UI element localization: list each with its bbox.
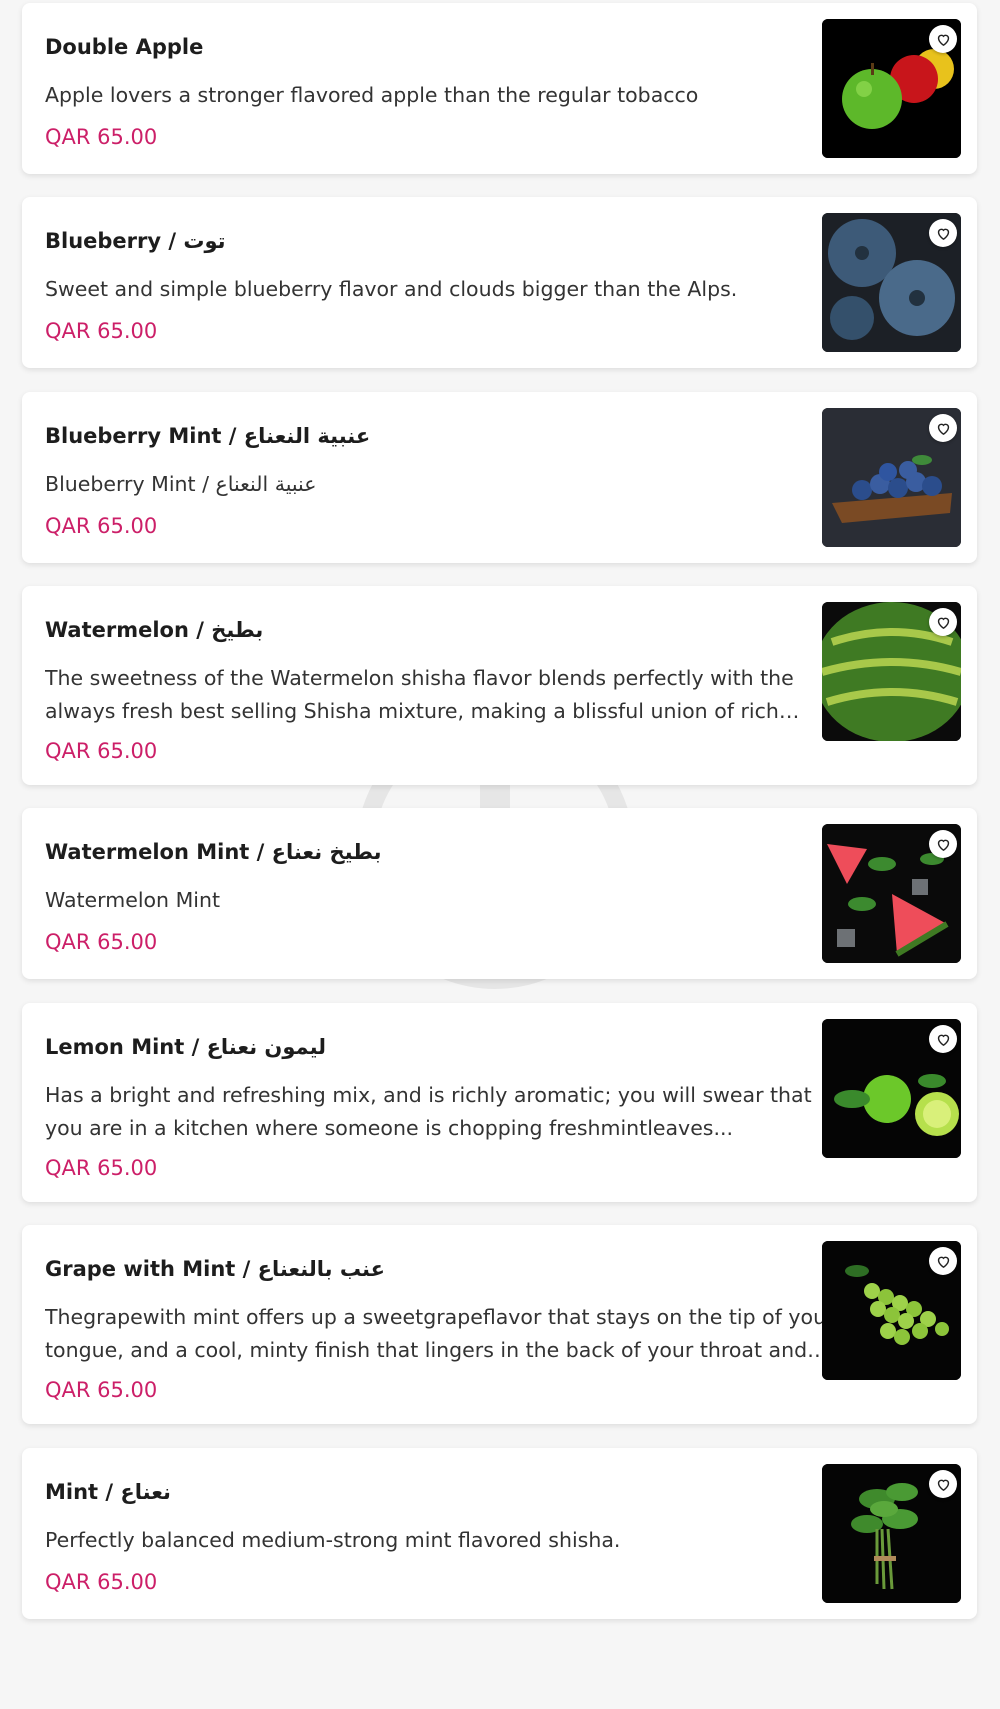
heart-outline-icon[interactable]: [929, 1470, 957, 1498]
menu-item-card[interactable]: Double Apple Apple lovers a stronger fla…: [22, 3, 977, 174]
heart-outline-icon[interactable]: [929, 219, 957, 247]
item-price: QAR 65.00: [45, 319, 158, 343]
item-name: Double Apple: [45, 35, 204, 59]
heart-outline-icon[interactable]: [929, 414, 957, 442]
item-description: Watermelon Mint: [45, 888, 220, 912]
menu-item-card[interactable]: Blueberry / توت Sweet and simple blueber…: [22, 197, 977, 368]
menu-item-card[interactable]: Grape with Mint / عنب بالنعناع Thegrapew…: [22, 1225, 977, 1424]
item-price: QAR 65.00: [45, 1156, 158, 1180]
heart-outline-icon[interactable]: [929, 25, 957, 53]
item-name: Blueberry / توت: [45, 229, 226, 253]
heart-outline-icon[interactable]: [929, 1025, 957, 1053]
item-price: QAR 65.00: [45, 1378, 158, 1402]
menu-item-card[interactable]: Lemon Mint / ليمون نعناع Has a bright an…: [22, 1003, 977, 1202]
item-price: QAR 65.00: [45, 1570, 158, 1594]
apples-image[interactable]: [822, 19, 961, 158]
item-description: Blueberry Mint / عنبية النعناع: [45, 472, 317, 496]
item-name: Blueberry Mint / عنبية النعناع: [45, 424, 371, 448]
blueberries-bowl-image[interactable]: [822, 408, 961, 547]
item-name: Watermelon / بطيخ: [45, 618, 264, 642]
item-name: Mint / نعناع: [45, 1480, 171, 1504]
item-price: QAR 65.00: [45, 125, 158, 149]
item-name: Lemon Mint / ليمون نعناع: [45, 1035, 327, 1059]
watermelon-image[interactable]: [822, 602, 961, 741]
watermelon-slices-mint-image[interactable]: [822, 824, 961, 963]
menu-item-card[interactable]: Watermelon Mint / بطيخ نعناع Watermelon …: [22, 808, 977, 979]
item-price: QAR 65.00: [45, 930, 158, 954]
menu-item-card[interactable]: Watermelon / بطيخ The sweetness of the W…: [22, 586, 977, 785]
item-description: Has a bright and refreshing mix, and is …: [45, 1083, 812, 1140]
item-name: Watermelon Mint / بطيخ نعناع: [45, 840, 382, 864]
heart-outline-icon[interactable]: [929, 830, 957, 858]
menu-item-card[interactable]: Blueberry Mint / عنبية النعناع Blueberry…: [22, 392, 977, 563]
item-price: QAR 65.00: [45, 739, 158, 763]
menu-item-card[interactable]: Mint / نعناع Perfectly balanced medium-s…: [22, 1448, 977, 1619]
heart-outline-icon[interactable]: [929, 1247, 957, 1275]
limes-mint-image[interactable]: [822, 1019, 961, 1158]
item-description: Perfectly balanced medium-strong mint fl…: [45, 1528, 621, 1552]
item-description: The sweetness of the Watermelon shisha f…: [45, 666, 794, 723]
item-description: Sweet and simple blueberry flavor and cl…: [45, 277, 738, 301]
item-name: Grape with Mint / عنب بالنعناع: [45, 1257, 385, 1281]
mint-bunch-image[interactable]: [822, 1464, 961, 1603]
item-description: Apple lovers a stronger flavored apple t…: [45, 83, 699, 107]
item-price: QAR 65.00: [45, 514, 158, 538]
item-description: Thegrapewith mint offers up a sweetgrape…: [45, 1305, 835, 1362]
blueberries-closeup-image[interactable]: [822, 213, 961, 352]
heart-outline-icon[interactable]: [929, 608, 957, 636]
green-grapes-image[interactable]: [822, 1241, 961, 1380]
